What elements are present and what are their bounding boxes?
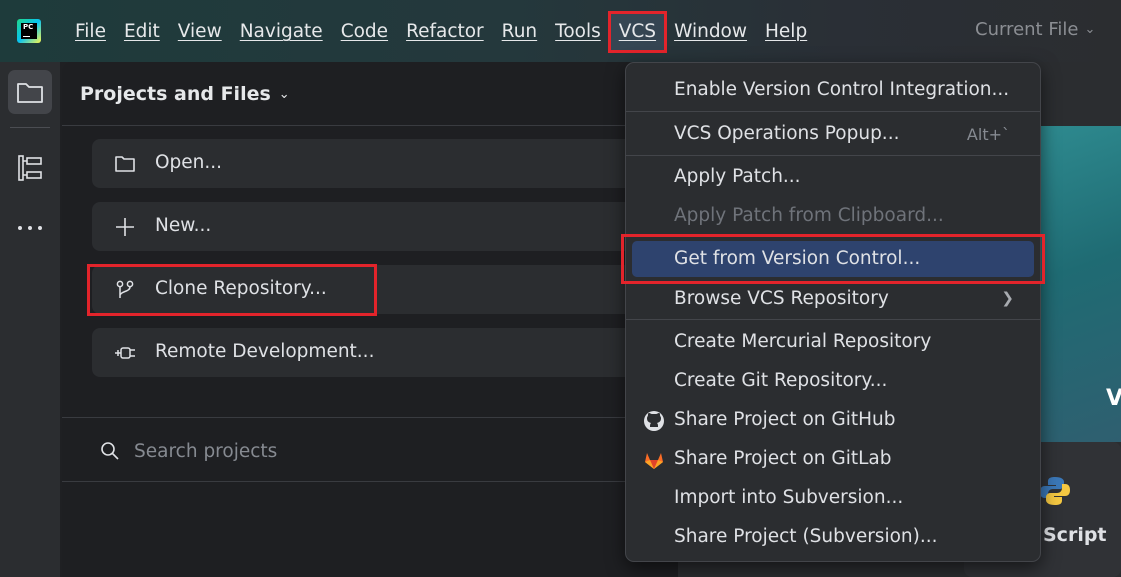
menu-item-label: Apply Patch from Clipboard... (674, 205, 944, 226)
browse-vcs-repository-item[interactable]: Browse VCS Repository ❯ (632, 281, 1034, 317)
panel-divider (62, 481, 678, 482)
new-project-button[interactable]: New... (92, 202, 678, 251)
create-git-repository-item[interactable]: Create Git Repository... (632, 363, 1034, 399)
enable-vcs-integration-item[interactable]: Enable Version Control Integration... (632, 72, 1034, 108)
menu-view[interactable]: View (169, 13, 231, 51)
import-into-subversion-item[interactable]: Import into Subversion... (632, 480, 1034, 516)
menu-item-label: Import into Subversion... (674, 487, 904, 508)
menu-separator (626, 319, 1040, 320)
menu-separator (626, 155, 1040, 156)
share-on-github-item[interactable]: Share Project on GitHub (632, 402, 1034, 438)
chevron-right-icon: ❯ (1001, 289, 1014, 307)
chevron-down-icon: ⌄ (1084, 22, 1096, 37)
open-label: Open... (155, 152, 223, 173)
more-icon (18, 226, 42, 230)
menu-edit[interactable]: Edit (115, 13, 169, 51)
plus-icon (116, 218, 134, 236)
banner-text: V (1106, 386, 1121, 411)
plug-icon (115, 347, 135, 359)
search-icon (101, 442, 119, 460)
python-icon (1040, 477, 1070, 505)
projects-folder-button[interactable] (8, 70, 52, 114)
create-mercurial-repository-item[interactable]: Create Mercurial Repository (632, 324, 1034, 360)
menu-item-label: VCS Operations Popup... (674, 123, 900, 144)
menu-refactor[interactable]: Refactor (397, 13, 493, 51)
panel-divider (62, 417, 678, 418)
structure-icon (18, 155, 42, 181)
run-config-selector[interactable]: Current File ⌄ (975, 19, 1095, 40)
menu-help[interactable]: Help (756, 13, 816, 51)
remote-development-button[interactable]: Remote Development... (92, 328, 678, 377)
title-bar: PC File Edit View Navigate Code Refactor… (0, 0, 1121, 62)
menu-code[interactable]: Code (332, 13, 397, 51)
menu-tools[interactable]: Tools (546, 13, 610, 51)
menu-separator (626, 111, 1040, 112)
chevron-down-icon: ⌄ (278, 87, 290, 102)
new-label: New... (155, 215, 212, 236)
share-project-subversion-item[interactable]: Share Project (Subversion)... (632, 519, 1034, 555)
menu-window[interactable]: Window (665, 13, 756, 51)
apply-patch-item[interactable]: Apply Patch... (632, 159, 1034, 195)
vcs-operations-popup-item[interactable]: VCS Operations Popup... Alt+` (632, 116, 1034, 152)
promo-banner: V (1040, 126, 1121, 442)
remote-development-label: Remote Development... (155, 341, 375, 362)
folder-icon (17, 83, 43, 103)
menu-item-label: Browse VCS Repository (674, 288, 889, 309)
clone-repository-button[interactable]: Clone Repository... (92, 265, 678, 314)
clone-repository-label: Clone Repository... (155, 278, 327, 299)
structure-button[interactable] (8, 146, 52, 190)
menu-item-label: Get from Version Control... (674, 248, 921, 269)
main-menu-bar: File Edit View Navigate Code Refactor Ru… (66, 11, 816, 53)
share-on-gitlab-item[interactable]: Share Project on GitLab (632, 441, 1034, 477)
menu-file[interactable]: File (66, 13, 115, 51)
tool-window-rail (0, 62, 60, 577)
projects-panel: Projects and Files ⌄ Open... New... Clone… (62, 62, 678, 577)
open-button[interactable]: Open... (92, 139, 678, 188)
github-icon (644, 411, 664, 431)
menu-item-label: Share Project (Subversion)... (674, 526, 938, 547)
panel-title[interactable]: Projects and Files ⌄ (80, 83, 290, 105)
apply-patch-clipboard-item: Apply Patch from Clipboard... (632, 198, 1034, 234)
folder-icon (115, 156, 135, 172)
pycharm-logo-icon[interactable]: PC (17, 19, 41, 43)
search-projects-input[interactable] (134, 436, 614, 466)
vcs-menu: Enable Version Control Integration... VC… (625, 62, 1041, 562)
run-config-label: Current File (975, 19, 1079, 40)
panel-title-label: Projects and Files (80, 83, 271, 105)
menu-item-label: Apply Patch... (674, 166, 801, 187)
rail-divider (10, 127, 50, 128)
panel-divider (62, 125, 678, 126)
menu-navigate[interactable]: Navigate (231, 13, 332, 51)
menu-run[interactable]: Run (493, 13, 546, 51)
menu-item-label: Share Project on GitHub (674, 409, 896, 430)
get-from-version-control-item[interactable]: Get from Version Control... (632, 241, 1034, 277)
menu-item-label: Create Git Repository... (674, 370, 888, 391)
gitlab-icon (645, 453, 663, 469)
shortcut-hint: Alt+` (966, 125, 1010, 144)
menu-item-label: Create Mercurial Repository (674, 331, 932, 352)
menu-vcs[interactable]: VCS (607, 11, 668, 53)
menu-item-label: Share Project on GitLab (674, 448, 892, 469)
menu-item-label: Enable Version Control Integration... (674, 79, 1010, 100)
more-tools-button[interactable] (8, 206, 52, 250)
branch-icon (116, 280, 134, 298)
